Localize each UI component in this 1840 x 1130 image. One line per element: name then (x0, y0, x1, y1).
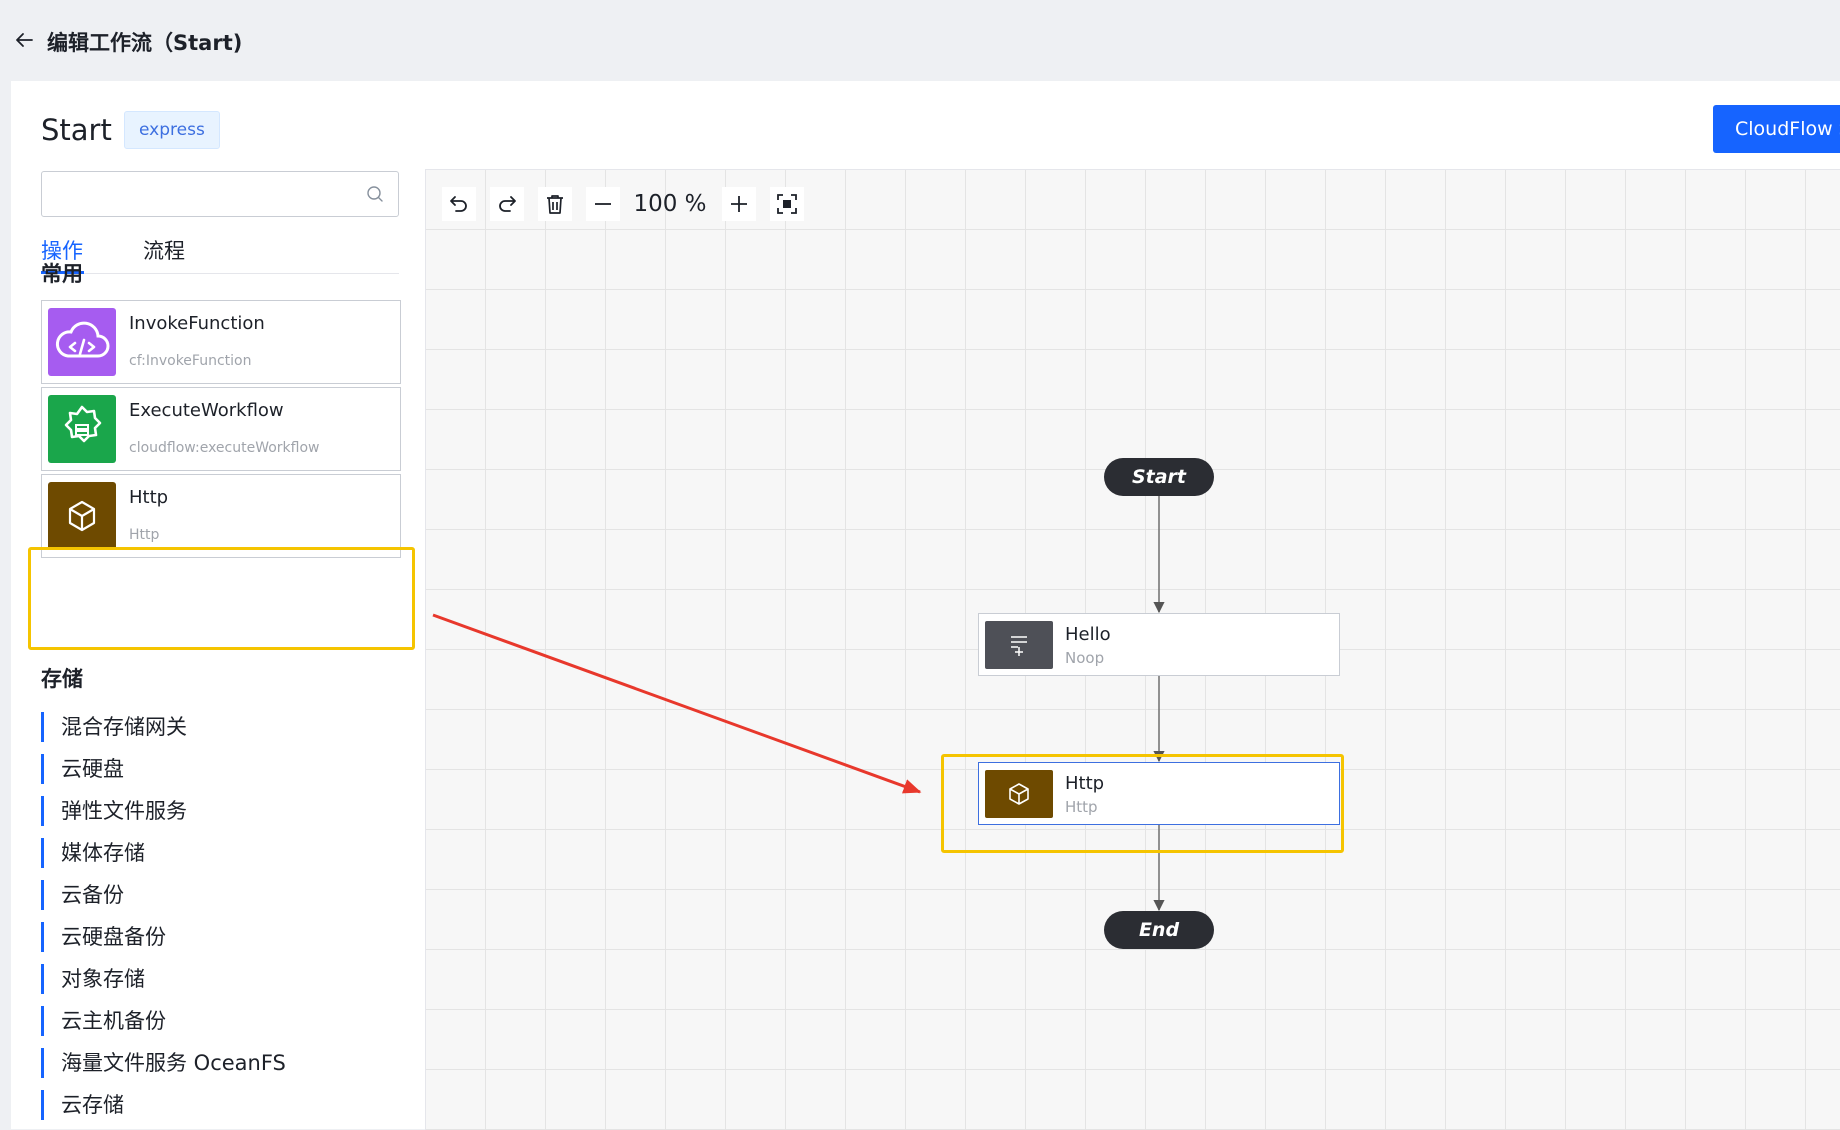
action-id: Http (129, 527, 160, 543)
storage-item[interactable]: 云存储 (41, 1084, 401, 1124)
flow-node-hello[interactable]: Hello Noop (978, 613, 1340, 676)
search-box (41, 171, 399, 217)
action-name: InvokeFunction (129, 313, 265, 334)
action-id: cf:InvokeFunction (129, 353, 252, 369)
cube-icon (48, 482, 116, 550)
action-name: ExecuteWorkflow (129, 400, 284, 421)
section-storage-heading: 存储 (41, 667, 83, 691)
node-type: Noop (1065, 649, 1105, 667)
action-card-executeworkflow[interactable]: ExecuteWorkflow cloudflow:executeWorkflo… (41, 387, 401, 471)
action-card-http[interactable]: Http Http (41, 474, 401, 558)
panel-tabs: 操作 流程 (41, 231, 399, 274)
flow-canvas[interactable]: 100 % Start Hello Noop Http Http End (425, 169, 1840, 1130)
node-name: Http (1065, 773, 1105, 794)
storage-item[interactable]: 对象存储 (41, 958, 401, 1000)
action-name: Http (129, 487, 169, 508)
storage-item[interactable]: 混合存储网关 (41, 706, 401, 748)
top-bar: 编辑工作流（Start) (0, 0, 1840, 80)
workflow-icon (48, 395, 116, 463)
storage-item[interactable]: 云硬盘 (41, 748, 401, 790)
storage-item[interactable]: 云主机备份 (41, 1000, 401, 1042)
storage-item[interactable]: 媒体存储 (41, 832, 401, 874)
cloudflow-button[interactable]: CloudFlow St (1713, 105, 1840, 153)
back-arrow-icon[interactable] (12, 28, 36, 52)
section-common-heading: 常用 (41, 262, 83, 286)
storage-item[interactable]: 云硬盘备份 (41, 916, 401, 958)
storage-item[interactable]: 云备份 (41, 874, 401, 916)
node-name: Hello (1065, 624, 1111, 645)
noop-icon (985, 621, 1053, 669)
search-icon[interactable] (366, 185, 384, 203)
cube-icon (985, 770, 1053, 818)
storage-item[interactable]: 海量文件服务 OceanFS (41, 1042, 401, 1084)
tab-process[interactable]: 流程 (143, 235, 185, 265)
flow-node-http[interactable]: Http Http (978, 762, 1340, 825)
storage-list: 混合存储网关 云硬盘 弹性文件服务 媒体存储 云备份 云硬盘备份 对象存储 云主… (41, 706, 401, 1124)
end-node[interactable]: End (1104, 911, 1214, 949)
node-type: Http (1065, 798, 1098, 816)
action-id: cloudflow:executeWorkflow (129, 440, 320, 456)
workflow-name: Start (41, 113, 112, 147)
start-node[interactable]: Start (1104, 458, 1214, 496)
storage-item[interactable]: 弹性文件服务 (41, 790, 401, 832)
search-input[interactable] (52, 178, 356, 212)
workflow-type-badge: express (124, 111, 220, 149)
cloud-code-icon (48, 308, 116, 376)
page-title: 编辑工作流（Start) (47, 31, 243, 55)
editor-panel: Start express CloudFlow St 操作 流程 常用 Invo… (11, 81, 1840, 1130)
action-card-invokefunction[interactable]: InvokeFunction cf:InvokeFunction (41, 300, 401, 384)
